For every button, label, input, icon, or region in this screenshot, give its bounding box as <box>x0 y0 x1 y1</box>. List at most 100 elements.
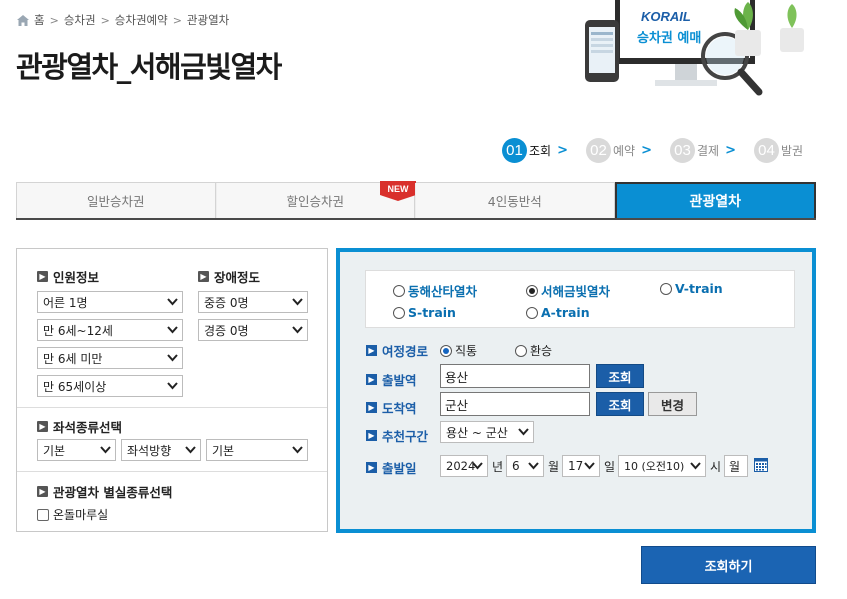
step-number: 03 <box>670 138 695 163</box>
step-search: 01 조회 > <box>502 138 582 163</box>
chevron-down-icon <box>167 354 178 362</box>
chevron-right-icon: > <box>557 143 568 158</box>
weekday-field: 월 <box>724 455 748 477</box>
row-label-text: 여정경로 <box>382 344 429 359</box>
tab-family-seat[interactable]: 4인동반석 <box>415 183 615 218</box>
select-value: 용산 ~ 군산 <box>446 425 508 440</box>
departure-label: ▶ 출발역 <box>366 370 417 389</box>
row-label-text: 도착역 <box>382 401 417 416</box>
passenger-panel: ▶ 인원정보 ▶ 장애정도 어른 1명 만 6세~12세 만 6세 미만 만 6… <box>16 248 328 532</box>
checkbox-box[interactable] <box>37 508 49 521</box>
departure-search-button[interactable]: 조회 <box>596 364 644 388</box>
infant-count-select[interactable]: 만 6세 미만 <box>37 347 183 369</box>
search-panel: 동해산타열차 서해금빛열차 V-train S-train A-train ▶ … <box>336 248 816 533</box>
chevron-down-icon <box>472 462 483 470</box>
new-badge-text: NEW <box>387 184 409 194</box>
route-label: ▶ 여정경로 <box>366 341 428 360</box>
chevron-down-icon <box>167 326 178 334</box>
day-unit: 일 <box>604 460 616 474</box>
seat-position-select[interactable]: 기본 <box>206 439 308 461</box>
swap-stations-button[interactable]: 변경 <box>648 392 697 416</box>
search-button[interactable]: 조회하기 <box>641 546 816 584</box>
chevron-down-icon <box>292 446 303 454</box>
step-label: 조회 <box>529 144 552 158</box>
chevron-right-icon: > <box>172 13 182 27</box>
departure-station-input[interactable]: 용산 <box>440 364 590 388</box>
radio-button[interactable] <box>526 284 538 297</box>
select-value: 2024 <box>446 459 476 473</box>
year-unit: 년 <box>492 460 504 474</box>
breadcrumb-home[interactable]: 홈 <box>34 12 45 28</box>
tab-label: 할인승차권 <box>286 194 344 209</box>
radio-button[interactable] <box>526 306 538 319</box>
train-select-box: 동해산타열차 서해금빛열차 V-train S-train A-train <box>365 270 795 328</box>
chevron-right-icon: ▶ <box>37 486 48 497</box>
korail-logo: KORAIL <box>641 9 691 24</box>
mild-disability-select[interactable]: 경증 0명 <box>198 319 308 341</box>
recommended-label: ▶ 추천구간 <box>366 426 428 445</box>
radio-button[interactable] <box>515 344 527 357</box>
radio-transfer[interactable]: 환승 <box>515 342 552 359</box>
radio-a-train[interactable]: A-train <box>526 305 590 320</box>
breadcrumb-item[interactable]: 승차권 <box>64 12 96 28</box>
adult-count-select[interactable]: 어른 1명 <box>37 291 183 313</box>
select-value: 만 65세이상 <box>43 379 107 394</box>
severe-disability-select[interactable]: 중증 0명 <box>198 291 308 313</box>
recommended-route-select[interactable]: 용산 ~ 군산 <box>440 421 534 443</box>
section-title-text: 좌석종류선택 <box>53 420 123 435</box>
radio-donghae-santa[interactable]: 동해산타열차 <box>393 281 477 300</box>
step-number: 02 <box>586 138 611 163</box>
chevron-down-icon <box>292 326 303 334</box>
radio-label: S-train <box>408 305 456 320</box>
radio-direct[interactable]: 직통 <box>440 342 477 359</box>
seat-direction-select[interactable]: 좌석방향 <box>121 439 201 461</box>
calendar-icon[interactable] <box>754 458 768 472</box>
chevron-right-icon: ▶ <box>198 271 209 282</box>
radio-label: 직통 <box>455 344 478 358</box>
month-select[interactable]: 6 <box>506 455 544 477</box>
progress-steps: 01 조회 > 02 예약 > 03 결제 > 04 발권 <box>502 138 807 163</box>
step-number: 01 <box>502 138 527 163</box>
select-value: 17 <box>568 459 584 473</box>
child-count-select[interactable]: 만 6세~12세 <box>37 319 183 341</box>
hour-select[interactable]: 10 (오전10) <box>618 455 706 477</box>
arrival-search-button[interactable]: 조회 <box>596 392 644 416</box>
radio-button[interactable] <box>440 344 452 357</box>
radio-button[interactable] <box>660 282 672 295</box>
chevron-down-icon <box>292 298 303 306</box>
select-value: 경증 0명 <box>204 323 249 338</box>
select-value: 만 6세 미만 <box>43 351 103 366</box>
radio-seohae-geumbit[interactable]: 서해금빛열차 <box>526 281 610 300</box>
year-select[interactable]: 2024 <box>440 455 488 477</box>
ondol-room-checkbox[interactable]: 온돌마루실 <box>37 506 108 523</box>
step-number: 04 <box>754 138 779 163</box>
radio-label: V-train <box>675 281 723 296</box>
row-label-text: 추천구간 <box>382 429 429 444</box>
breadcrumb-item[interactable]: 승차권예약 <box>115 12 168 28</box>
select-value: 만 6세~12세 <box>43 323 113 338</box>
tab-discount-ticket[interactable]: 할인승차권 NEW <box>215 181 416 218</box>
chevron-right-icon: ▶ <box>37 421 48 432</box>
hour-unit: 시 <box>710 460 722 474</box>
chevron-right-icon: > <box>100 13 110 27</box>
radio-label: A-train <box>541 305 590 320</box>
passenger-info-title: ▶ 인원정보 <box>37 267 99 286</box>
arrival-label: ▶ 도착역 <box>366 398 417 417</box>
radio-button[interactable] <box>393 306 405 319</box>
senior-count-select[interactable]: 만 65세이상 <box>37 375 183 397</box>
radio-s-train[interactable]: S-train <box>393 305 456 320</box>
chevron-right-icon: > <box>725 143 736 158</box>
day-select[interactable]: 17 <box>562 455 600 477</box>
divider <box>17 471 327 472</box>
tab-tourist-train[interactable]: 관광열차 <box>614 182 816 218</box>
seat-class-select[interactable]: 기본 <box>37 439 116 461</box>
radio-v-train[interactable]: V-train <box>660 281 723 296</box>
arrival-station-input[interactable]: 군산 <box>440 392 590 416</box>
radio-label: 서해금빛열차 <box>541 284 611 299</box>
radio-button[interactable] <box>393 284 405 297</box>
select-value: 좌석방향 <box>127 443 172 458</box>
ticket-type-tabs: 일반승차권 할인승차권 NEW 4인동반석 관광열차 <box>16 181 816 220</box>
new-badge: NEW <box>379 181 416 201</box>
tab-general-ticket[interactable]: 일반승차권 <box>16 183 216 218</box>
divider <box>17 407 327 408</box>
